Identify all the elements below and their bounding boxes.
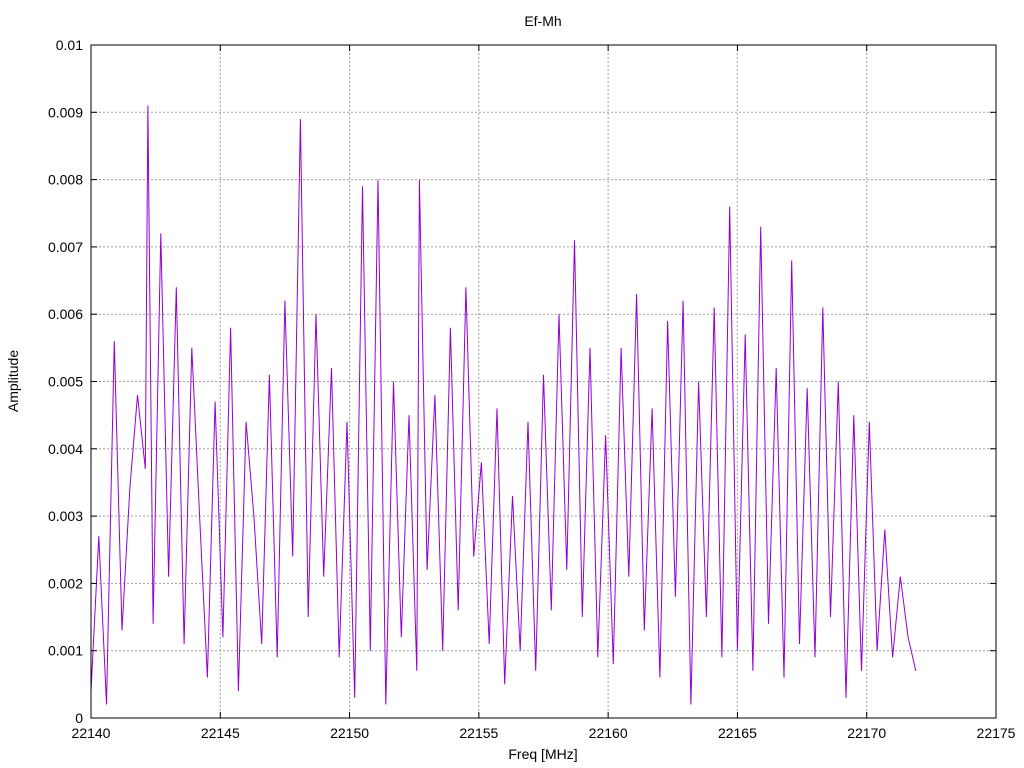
y-tick-label: 0.009 xyxy=(48,104,83,120)
chart-title: Ef-Mh xyxy=(524,13,561,29)
x-tick-label: 22150 xyxy=(330,725,369,741)
y-tick-label: 0.003 xyxy=(48,508,83,524)
y-axis-title: Amplitude xyxy=(5,350,21,412)
series-layer xyxy=(90,105,917,705)
x-tick-label: 22155 xyxy=(459,725,498,741)
y-tick-label: 0.005 xyxy=(48,374,83,390)
y-tick-label: 0.007 xyxy=(48,239,83,255)
y-tick-label: 0.008 xyxy=(48,172,83,188)
y-tick-label: 0 xyxy=(75,710,83,726)
y-tick-label: 0.004 xyxy=(48,441,83,457)
series-line xyxy=(90,105,917,705)
x-tick-label: 22140 xyxy=(72,725,111,741)
y-tick-label: 0.006 xyxy=(48,306,83,322)
chart: 22140 22145 22150 22155 22160 22165 22170 22175… xyxy=(5,13,1016,762)
x-tick-label: 22175 xyxy=(977,725,1016,741)
x-tick-label: 22145 xyxy=(201,725,240,741)
y-tick-label: 0.001 xyxy=(48,643,83,659)
x-tick-label: 22170 xyxy=(847,725,886,741)
x-tick-label: 22160 xyxy=(589,725,628,741)
x-axis-title: Freq [MHz] xyxy=(508,746,577,762)
x-tick-label: 22165 xyxy=(718,725,757,741)
y-tick-label: 0.01 xyxy=(56,37,83,53)
tick-labels: 22140 22145 22150 22155 22160 22165 22170 22175… xyxy=(48,37,1016,741)
y-tick-label: 0.002 xyxy=(48,575,83,591)
